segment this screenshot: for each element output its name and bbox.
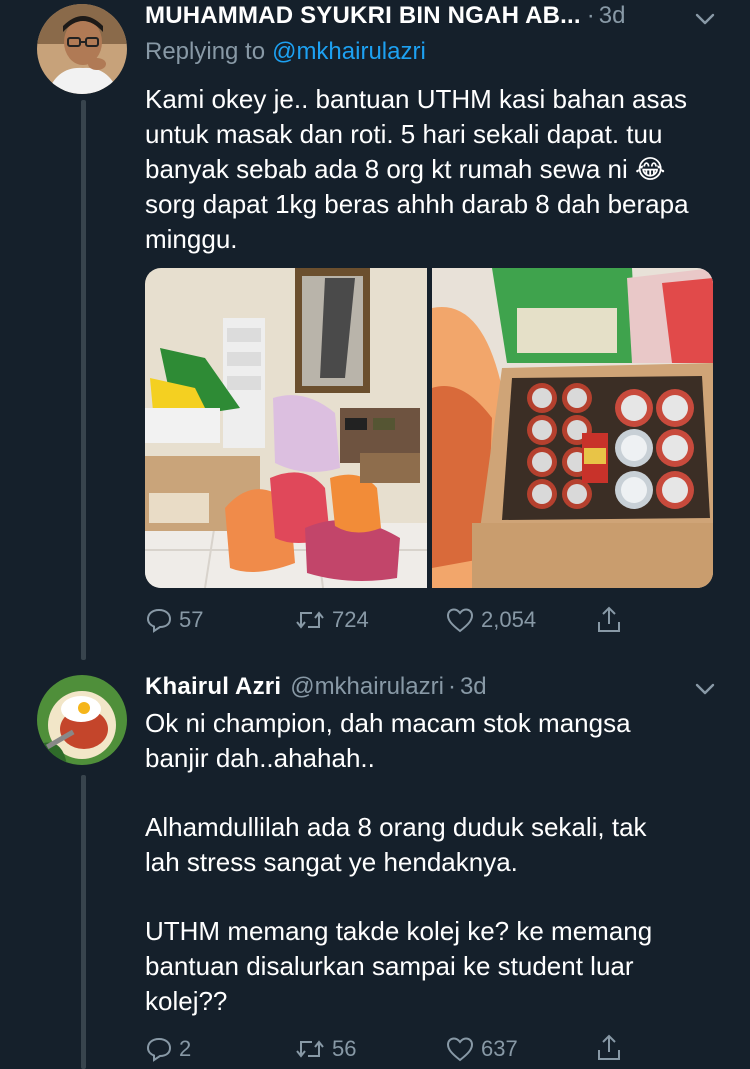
share-icon: [598, 1034, 620, 1060]
share-button[interactable]: [594, 1033, 630, 1063]
thread-line: [81, 775, 86, 1069]
fried-egg-rice-avatar-icon: [37, 675, 127, 765]
tweet-header: MUHAMMAD SYUKRI BIN NGAH AB... · 3d: [145, 2, 625, 30]
tweet-text: Ok ni champion, dah macam stok mangsa ba…: [145, 706, 725, 1019]
chevron-down-icon[interactable]: [692, 6, 718, 32]
replying-prefix: Replying to: [145, 38, 266, 65]
heart-icon: [446, 1037, 474, 1062]
retweet-button[interactable]: 724: [294, 606, 369, 634]
retweet-count: 724: [332, 607, 369, 632]
reply-count: 2: [179, 1036, 192, 1061]
timestamp[interactable]: 3d: [599, 2, 626, 30]
like-count: 637: [481, 1036, 518, 1061]
thread-line: [81, 100, 86, 660]
author-handle[interactable]: @mkhairulazri: [290, 673, 444, 701]
tweet-paragraph: UTHM memang takde kolej ke? ke memang ba…: [145, 916, 653, 1016]
like-button[interactable]: 637: [445, 1035, 518, 1063]
tweet-paragraph: Alhamdullilah ada 8 orang duduk sekali, …: [145, 812, 647, 877]
reply-button[interactable]: 2: [145, 1035, 191, 1063]
tweet-text: Kami okey je.. bantuan UTHM kasi bahan a…: [145, 82, 705, 257]
reply-count: 57: [179, 607, 204, 632]
author-name[interactable]: MUHAMMAD SYUKRI BIN NGAH AB...: [145, 2, 581, 30]
tweet-paragraph: Ok ni champion, dah macam stok mangsa ba…: [145, 708, 631, 773]
avatar[interactable]: [37, 675, 127, 765]
tweet-body: Kami okey je.. bantuan UTHM kasi bahan a…: [145, 84, 689, 254]
like-count: 2,054: [481, 607, 537, 632]
groceries-room-photo-icon: [145, 268, 427, 588]
share-icon: [598, 606, 620, 632]
timestamp[interactable]: 3d: [460, 673, 487, 701]
person-with-glasses-avatar-icon: [37, 4, 127, 94]
like-button[interactable]: 2,054: [445, 606, 536, 634]
replying-to-handle[interactable]: @mkhairulazri: [272, 38, 426, 66]
separator-dot: ·: [586, 2, 595, 29]
retweet-icon: [296, 1040, 324, 1058]
chevron-down-icon[interactable]: [692, 676, 718, 702]
reply-button[interactable]: 57: [145, 606, 203, 634]
tweet-header: Khairul Azri @mkhairulazri · 3d: [145, 673, 487, 701]
heart-icon: [446, 608, 474, 633]
canned-food-box-photo-icon: [432, 268, 713, 588]
media-image-1[interactable]: [145, 268, 427, 588]
author-name[interactable]: Khairul Azri: [145, 673, 281, 701]
retweet-button[interactable]: 56: [294, 1035, 356, 1063]
replying-to: Replying to @mkhairulazri: [145, 38, 426, 66]
reply-icon: [146, 1037, 172, 1062]
retweet-count: 56: [332, 1036, 357, 1061]
share-button[interactable]: [594, 605, 630, 635]
separator-dot: ·: [447, 673, 456, 700]
retweet-icon: [296, 611, 324, 629]
reply-icon: [146, 608, 172, 633]
avatar[interactable]: [37, 4, 127, 94]
media-image-2[interactable]: [432, 268, 713, 588]
